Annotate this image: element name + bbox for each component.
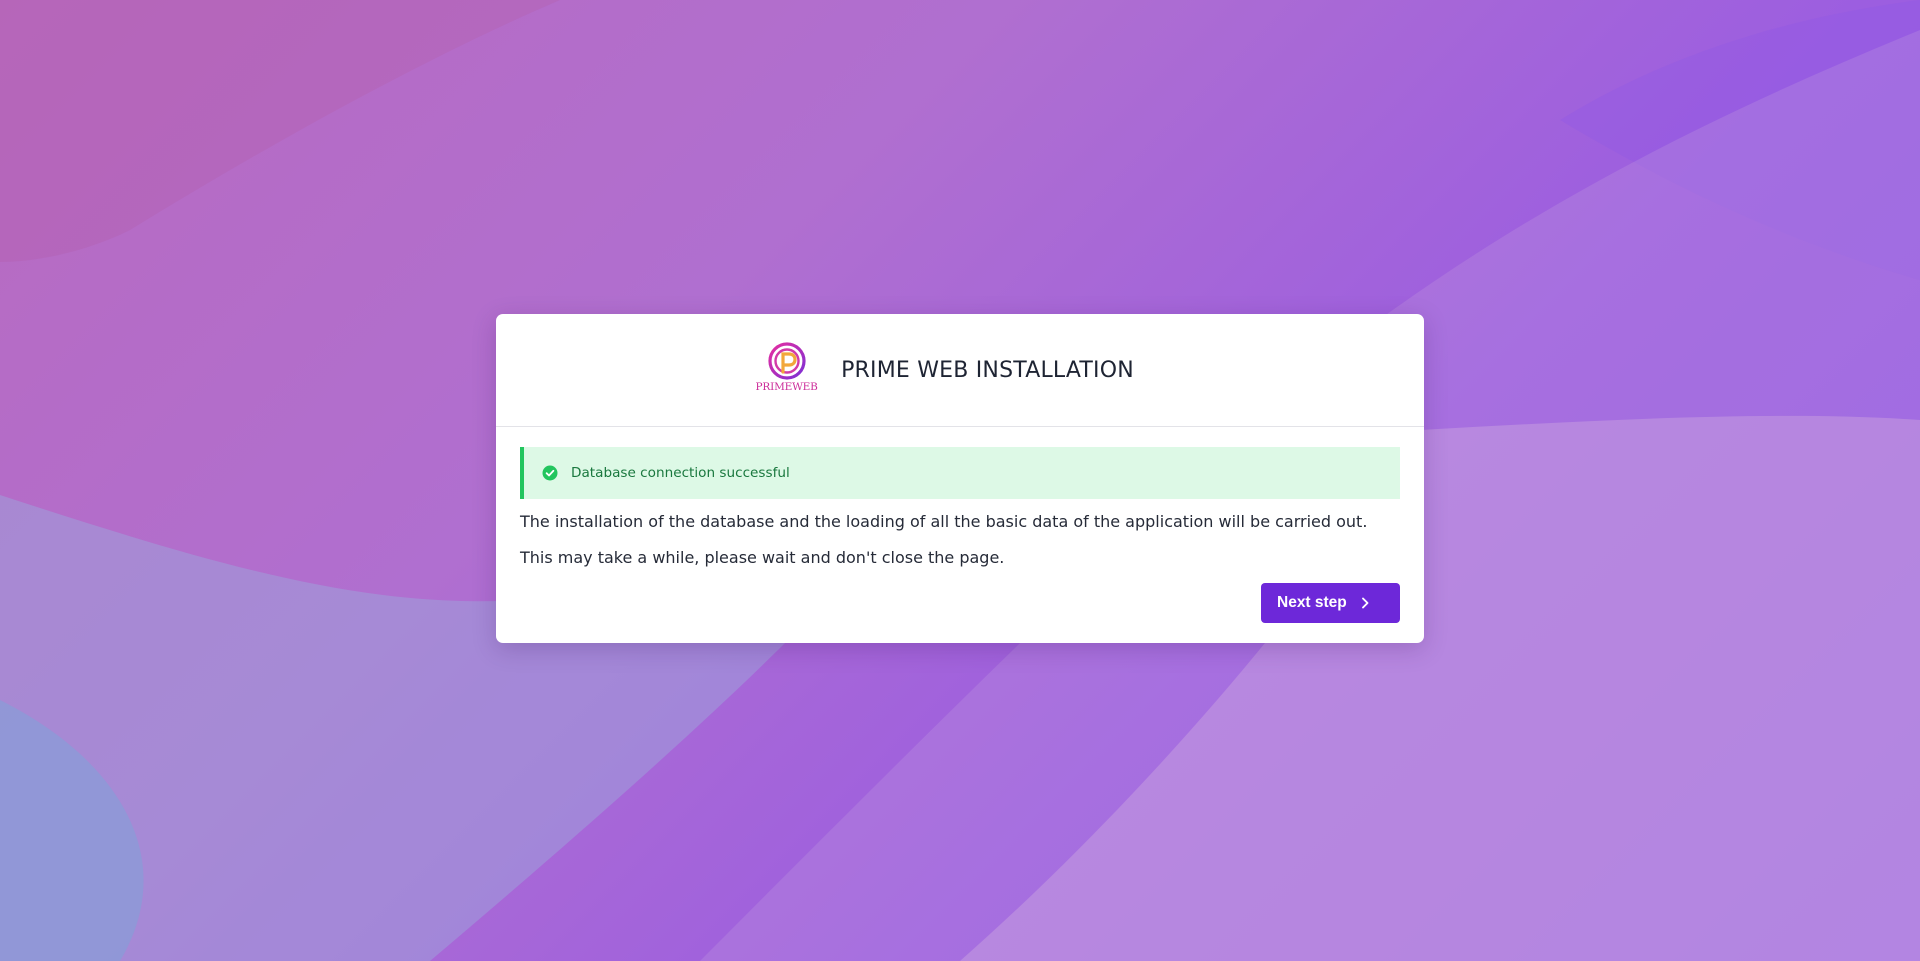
next-step-button[interactable]: Next step [1261,583,1400,623]
card-footer: Next step [1261,583,1400,623]
chevron-right-icon [1360,597,1370,609]
card-header: PRIMEWEB PRIME WEB INSTALLATION [496,314,1424,427]
next-step-label: Next step [1277,594,1347,611]
page-title: PRIME WEB INSTALLATION [841,357,1134,383]
logo-wordmark: PRIMEWEB [755,381,818,393]
check-circle-icon [542,465,558,481]
alert-message: Database connection successful [571,465,790,481]
card-body: Database connection successful The insta… [496,427,1424,568]
primeweb-logo-icon [767,342,806,380]
success-alert: Database connection successful [520,447,1400,499]
installation-card: PRIMEWEB PRIME WEB INSTALLATION Database… [496,314,1424,643]
wait-notice: This may take a while, please wait and d… [520,548,1005,567]
installation-description: The installation of the database and the… [520,512,1368,531]
primeweb-logo: PRIMEWEB [755,342,818,398]
